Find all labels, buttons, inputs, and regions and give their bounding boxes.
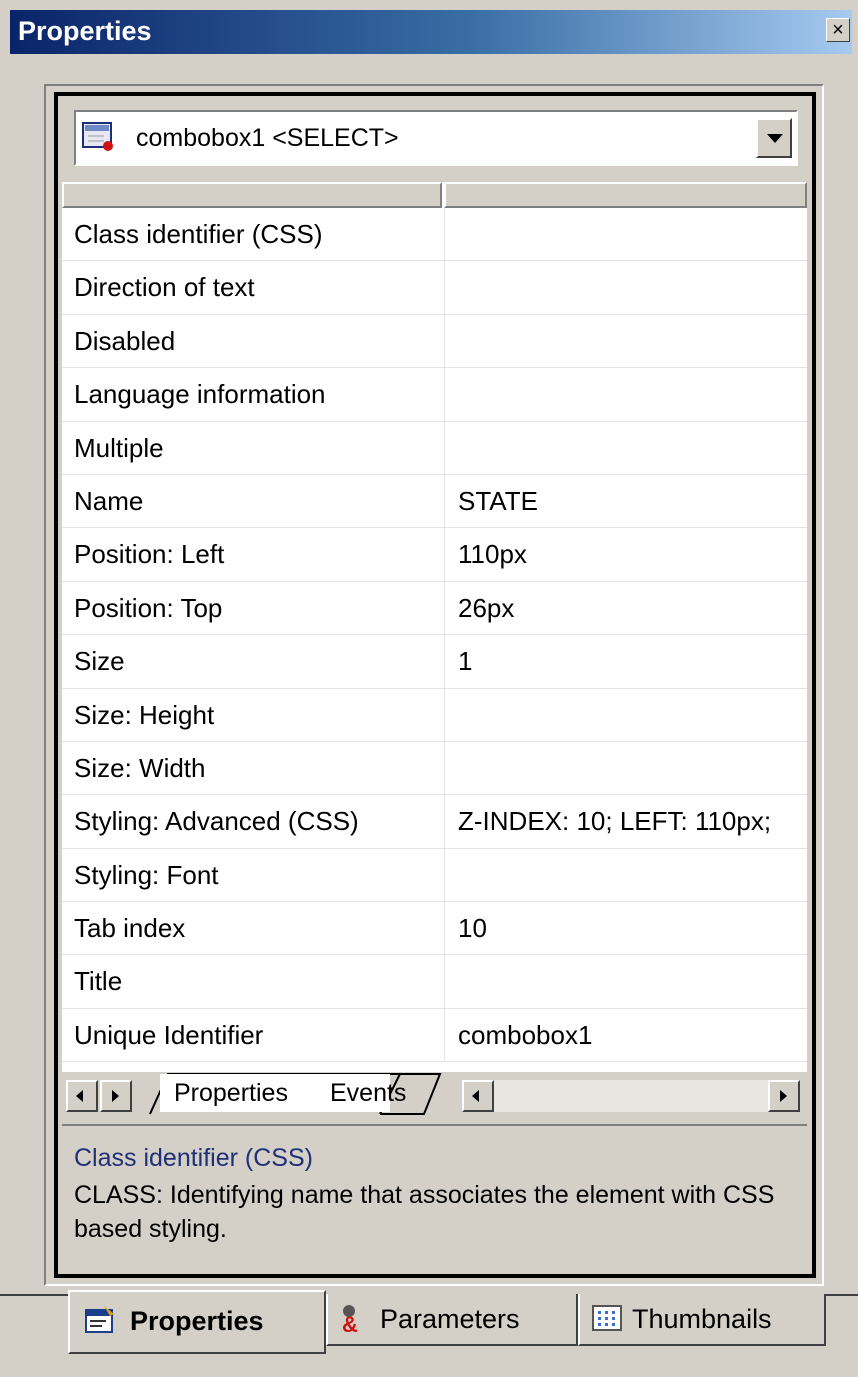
column-divider: [444, 848, 445, 902]
property-row[interactable]: Position: Left 110px: [62, 528, 807, 582]
column-divider: [444, 208, 445, 261]
property-name: Size: Height: [74, 699, 215, 730]
tab-events[interactable]: Events: [324, 1074, 424, 1112]
property-value[interactable]: combobox1: [458, 1009, 592, 1061]
property-name: Language information: [74, 379, 326, 410]
property-name: Position: Left: [74, 539, 225, 570]
parameters-icon: &: [338, 1302, 372, 1337]
grid-header: [62, 182, 807, 208]
property-row[interactable]: Language information: [62, 368, 807, 422]
property-name: Direction of text: [74, 272, 255, 303]
column-divider: [444, 635, 445, 688]
grid-header-value[interactable]: [444, 182, 807, 208]
tab-thumbnails[interactable]: Thumbnails: [578, 1294, 826, 1346]
dropdown-button[interactable]: [756, 118, 792, 158]
column-divider: [444, 314, 445, 368]
arrow-right-icon: [780, 1090, 787, 1102]
property-row[interactable]: Direction of text: [62, 261, 807, 315]
close-button[interactable]: ×: [826, 18, 850, 42]
property-row[interactable]: Size 1: [62, 635, 807, 689]
horizontal-scrollbar[interactable]: [462, 1080, 800, 1112]
tab-properties-bottom[interactable]: Properties: [68, 1290, 326, 1354]
grid-header-name[interactable]: [62, 182, 442, 208]
description-text: CLASS: Identifying name that associates …: [74, 1181, 775, 1243]
property-value[interactable]: 110px: [458, 528, 527, 580]
property-row[interactable]: Title: [62, 955, 807, 1009]
column-divider: [444, 741, 445, 795]
object-selector[interactable]: combobox1 <SELECT>: [74, 110, 798, 166]
property-name: Size: [74, 646, 125, 677]
property-name: Position: Top: [74, 592, 223, 623]
tab-scroll-right-button[interactable]: [100, 1080, 132, 1112]
property-name: Disabled: [74, 325, 176, 356]
select-element-icon: [82, 122, 116, 152]
property-name: Styling: Advanced (CSS): [74, 806, 359, 837]
column-divider: [444, 902, 445, 955]
thumbnails-icon: [590, 1302, 624, 1334]
svg-text:&: &: [342, 1312, 358, 1334]
column-divider: [444, 474, 445, 528]
property-name: Title: [74, 966, 123, 997]
property-row[interactable]: Size: Width: [62, 741, 807, 796]
tab-scroll-left-button[interactable]: [66, 1080, 98, 1112]
property-row[interactable]: Name STATE: [62, 474, 807, 529]
window-title: Properties: [18, 16, 152, 46]
property-name: Name: [74, 485, 144, 516]
property-rows: Class identifier (CSS) Direction of text D…: [62, 208, 807, 1063]
properties-icon: [84, 1304, 118, 1336]
tab-thumbnails-label: Thumbnails: [632, 1304, 772, 1334]
object-selector-value: combobox1 <SELECT>: [136, 124, 399, 152]
property-row[interactable]: Size: Height: [62, 688, 807, 742]
property-row[interactable]: Multiple: [62, 421, 807, 475]
column-divider: [444, 1008, 445, 1062]
scroll-right-button[interactable]: [768, 1080, 800, 1112]
column-divider: [444, 795, 445, 848]
grid-tab-strip: Properties Events: [62, 1072, 807, 1118]
property-row[interactable]: Position: Top 26px: [62, 581, 807, 636]
description-panel: Class identifier (CSS) CLASS: Identifyin…: [62, 1124, 807, 1278]
property-value[interactable]: 1: [458, 635, 472, 687]
property-name: Class identifier (CSS): [74, 219, 323, 249]
property-name: Tab index: [74, 913, 186, 944]
property-name: Unique Identifier: [74, 1019, 264, 1050]
tab-parameters-label: Parameters: [380, 1304, 520, 1334]
column-divider: [444, 528, 445, 581]
property-row[interactable]: Unique Identifier combobox1: [62, 1008, 807, 1063]
tab-properties-bottom-label: Properties: [130, 1306, 264, 1336]
chevron-down-icon: [767, 134, 783, 143]
column-divider: [444, 421, 445, 474]
title-bar: Properties ×: [10, 10, 852, 54]
column-divider: [444, 261, 445, 314]
property-row[interactable]: Styling: Font: [62, 848, 807, 903]
property-row[interactable]: Styling: Advanced (CSS) Z-INDEX: 10; LEFT…: [62, 795, 807, 849]
tab-parameters[interactable]: & Parameters: [326, 1294, 578, 1346]
column-divider: [444, 955, 445, 1008]
property-value[interactable]: 26px: [458, 582, 514, 634]
property-grid: Class identifier (CSS) Direction of text D…: [62, 182, 807, 1072]
property-row[interactable]: Class identifier (CSS): [62, 208, 807, 262]
property-name: Multiple: [74, 432, 164, 463]
property-value[interactable]: Z-INDEX: 10; LEFT: 110px;: [458, 795, 771, 847]
arrow-right-icon: [112, 1090, 119, 1102]
scroll-left-button[interactable]: [462, 1080, 494, 1112]
property-row[interactable]: Tab index 10: [62, 902, 807, 956]
description-title: Class identifier (CSS): [74, 1144, 313, 1172]
close-icon: ×: [832, 19, 844, 41]
column-divider: [444, 688, 445, 741]
column-divider: [444, 368, 445, 421]
property-value[interactable]: 10: [458, 902, 487, 954]
property-row[interactable]: Disabled: [62, 314, 807, 369]
property-name: Size: Width: [74, 752, 206, 783]
arrow-left-icon: [76, 1090, 83, 1102]
property-name: Styling: Font: [74, 859, 219, 890]
bottom-tab-bar: Properties & Parameters Thumbnails: [0, 1290, 858, 1377]
property-value[interactable]: STATE: [458, 475, 538, 527]
column-divider: [444, 581, 445, 635]
arrow-left-icon: [472, 1090, 479, 1102]
